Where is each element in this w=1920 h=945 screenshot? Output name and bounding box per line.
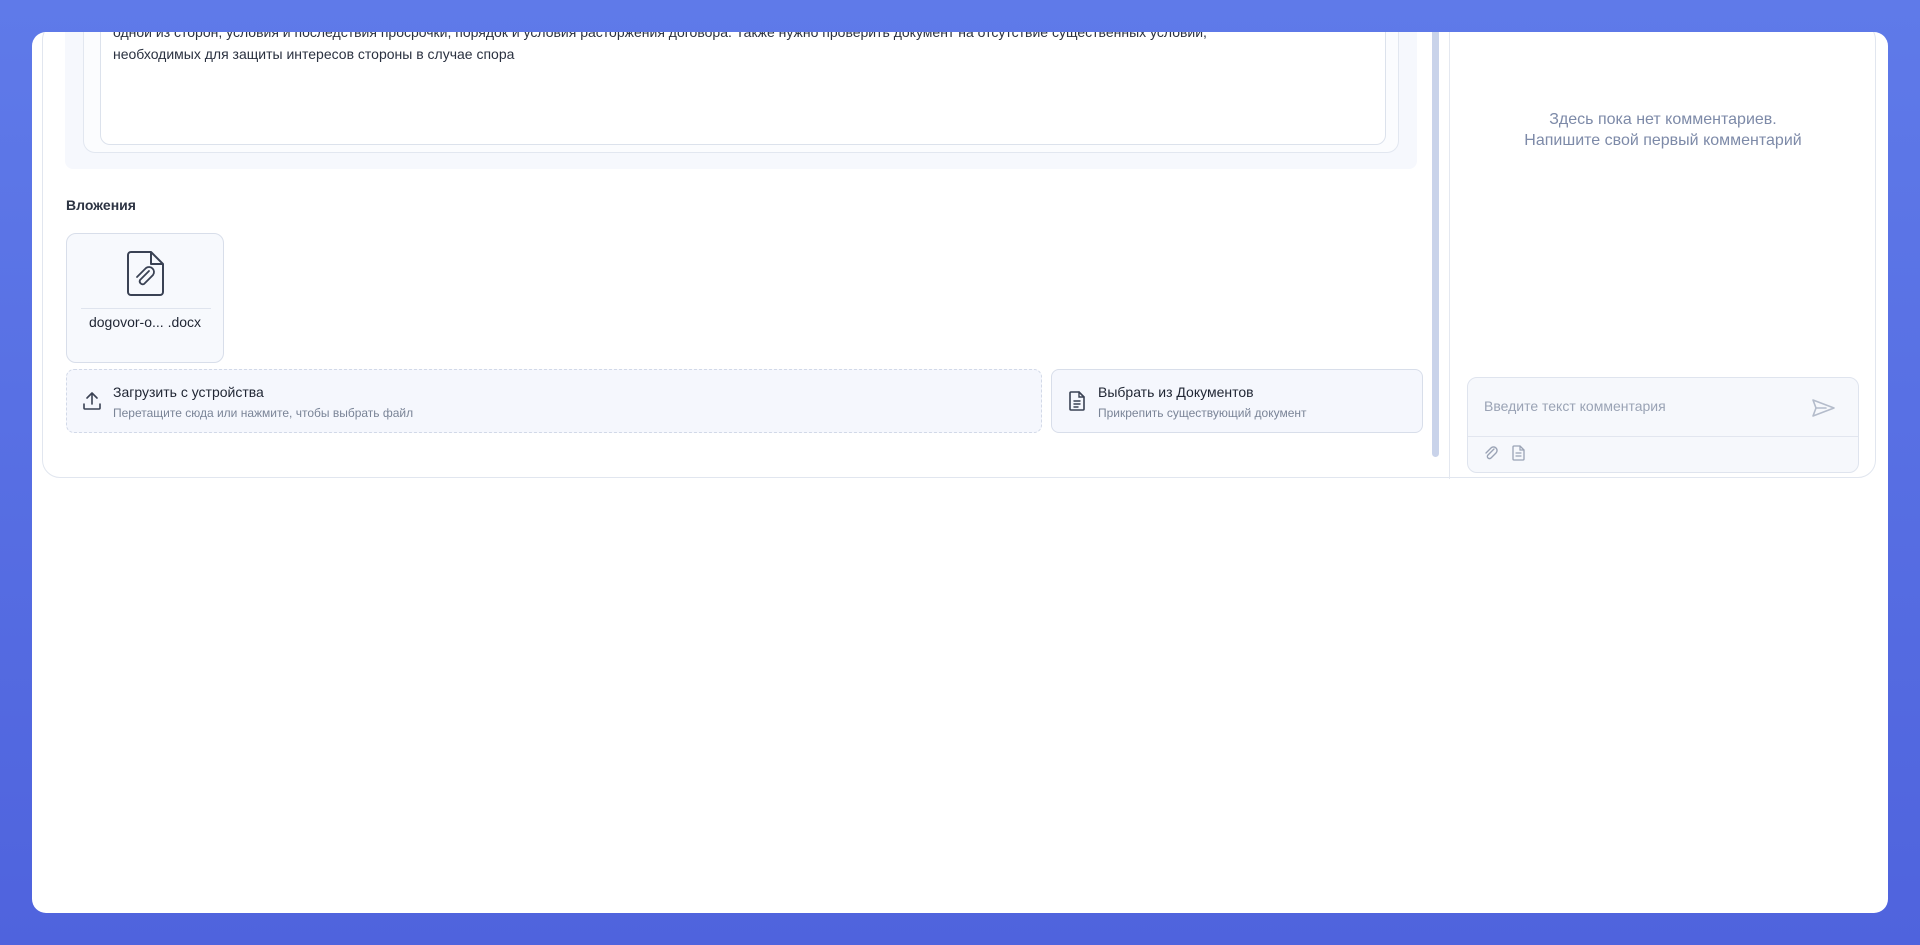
upload-icon xyxy=(83,392,101,410)
empty-comments-message: Здесь пока нет комментариев. Напишите св… xyxy=(1449,109,1877,151)
choose-from-documents-button[interactable]: Выбрать из Документов Прикрепить существ… xyxy=(1051,369,1423,433)
description-textarea[interactable]: одной из сторон, условия и последствия п… xyxy=(100,32,1386,145)
paperclip-icon[interactable] xyxy=(1482,444,1500,462)
document-icon xyxy=(1069,391,1085,411)
paperclip-file-icon xyxy=(127,251,164,296)
document-icon[interactable] xyxy=(1510,444,1528,462)
comment-composer xyxy=(1467,377,1859,473)
file-card-divider xyxy=(81,308,211,309)
description-line: необходимых для защиты интересов стороны… xyxy=(113,46,515,62)
task-panel: одной из сторон, условия и последствия п… xyxy=(42,32,1877,479)
description-frame: одной из сторон, условия и последствия п… xyxy=(83,32,1399,153)
send-icon[interactable] xyxy=(1808,396,1838,420)
app-window: одной из сторон, условия и последствия п… xyxy=(32,32,1888,913)
documents-subtitle: Прикрепить существующий документ xyxy=(1098,406,1307,420)
description-section: одной из сторон, условия и последствия п… xyxy=(65,32,1417,169)
upload-from-device-button[interactable]: Загрузить с устройства Перетащите сюда и… xyxy=(66,369,1042,433)
upload-title: Загрузить с устройства xyxy=(113,384,264,400)
comment-input[interactable] xyxy=(1484,398,1804,414)
file-name: dogovor-o... .docx xyxy=(88,314,202,330)
attachment-file-card[interactable]: dogovor-o... .docx xyxy=(66,233,224,363)
upload-subtitle: Перетащите сюда или нажмите, чтобы выбра… xyxy=(113,406,414,420)
comments-divider xyxy=(1449,32,1450,479)
empty-comments-line: Напишите свой первый комментарий xyxy=(1524,132,1802,149)
composer-divider xyxy=(1468,436,1858,437)
attachments-title: Вложения xyxy=(66,197,136,213)
scrollbar[interactable] xyxy=(1432,32,1439,457)
description-line: одной из сторон, условия и последствия п… xyxy=(113,32,1207,40)
documents-title: Выбрать из Документов xyxy=(1098,384,1254,400)
empty-comments-line: Здесь пока нет комментариев. xyxy=(1549,111,1777,128)
